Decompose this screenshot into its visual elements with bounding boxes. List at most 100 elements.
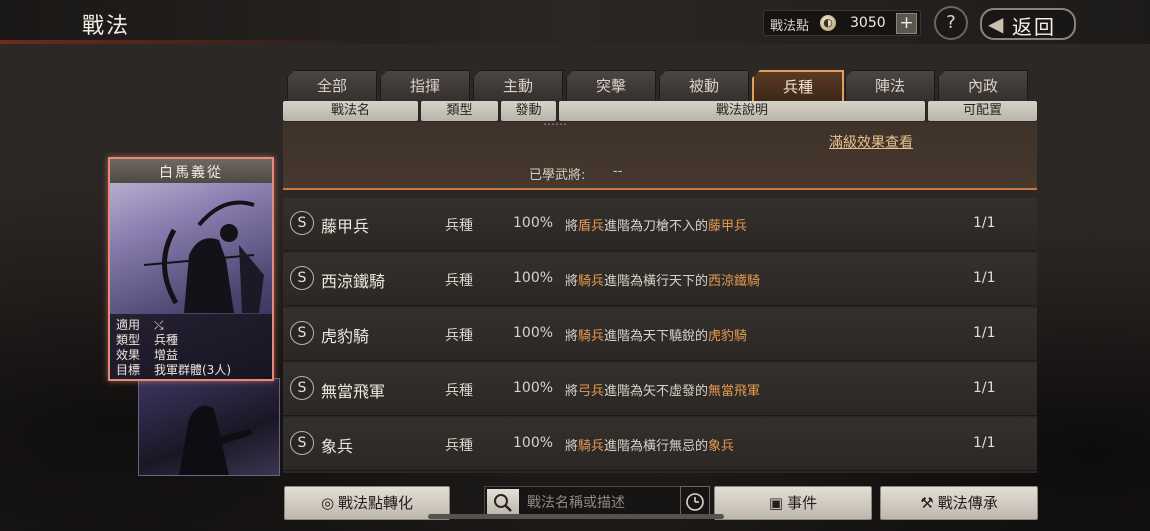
card-info-target: 目標 我軍群體(3人) — [116, 361, 231, 378]
grade-badge: S — [290, 211, 314, 235]
desc-text: 進階為橫行無忌的 — [604, 439, 709, 454]
back-button-label: 返回 — [1012, 15, 1056, 39]
skill-name: 西涼鐵騎 — [321, 272, 386, 291]
top-bar-accent — [0, 40, 380, 44]
grade-badge: S — [290, 431, 314, 455]
learned-generals-value: -- — [613, 164, 623, 179]
event-icon: ▣ — [768, 494, 784, 512]
desc-highlight: 無當飛軍 — [708, 384, 761, 399]
skill-name: 象兵 — [321, 437, 354, 456]
inherit-skill-button[interactable]: ⚒ 戰法傳承 — [880, 486, 1038, 520]
desc-text: 將 — [565, 384, 579, 399]
skill-point-coin-icon: ◐ — [820, 15, 836, 31]
tab-troop-type[interactable]: 兵種 — [752, 70, 844, 104]
column-header-name[interactable]: 戰法名 — [283, 101, 418, 121]
skill-type: 兵種 — [445, 328, 473, 344]
skill-type: 兵種 — [445, 383, 473, 399]
desc-highlight: 藤甲兵 — [708, 219, 748, 234]
skill-description: 將弓兵進階為矢不虛發的無當飛軍 — [565, 380, 760, 399]
desc-highlight: 騎兵 — [578, 439, 605, 454]
add-points-button[interactable]: + — [896, 13, 917, 34]
back-arrow-icon: ◀ — [988, 12, 1004, 36]
hammer-icon: ⚒ — [920, 494, 934, 512]
desc-highlight: 騎兵 — [578, 274, 605, 289]
tab-internal-affairs[interactable]: 內政 — [938, 70, 1028, 101]
tab-formation[interactable]: 陣法 — [845, 70, 935, 101]
desc-highlight: 西涼鐵騎 — [708, 274, 761, 289]
grade-badge: S — [290, 266, 314, 290]
tab-passive[interactable]: 被動 — [659, 70, 749, 101]
skill-config: 1/1 — [973, 270, 996, 286]
skill-description: 將騎兵進階為天下驍銳的虎豹騎 — [565, 325, 747, 344]
skill-description: 將盾兵進階為刀槍不入的藤甲兵 — [565, 215, 747, 234]
skill-config: 1/1 — [973, 435, 996, 451]
card-back-art — [179, 405, 254, 475]
table-row[interactable]: S 西涼鐵騎 兵種 100% 將騎兵進階為橫行天下的西涼鐵騎 1/1 — [283, 253, 1037, 306]
full-effect-link[interactable]: 滿級效果查看 — [829, 132, 913, 152]
desc-text: 將 — [565, 329, 579, 344]
desc-text: 將 — [565, 439, 579, 454]
scroll-indicator[interactable] — [428, 514, 724, 519]
clock-icon — [686, 493, 704, 511]
clipped-description-text: ‥‥‥ — [543, 114, 568, 128]
skill-points-label: 戰法點 — [770, 19, 810, 34]
desc-highlight: 虎豹騎 — [708, 329, 748, 344]
info-value: 兵種 — [154, 333, 179, 347]
card-title-bar: 白馬義從 — [110, 159, 272, 183]
card-info-panel: 適用 ⤯ 類型 兵種 效果 增益 目標 我軍群體(3人) — [110, 314, 272, 379]
column-header-type[interactable]: 類型 — [421, 101, 498, 121]
grade-badge: S — [290, 376, 314, 400]
search-input[interactable] — [525, 491, 679, 515]
skill-description: 將騎兵進階為橫行天下的西涼鐵騎 — [565, 270, 760, 289]
desc-text: 進階為刀槍不入的 — [604, 219, 709, 234]
info-label: 目標 — [116, 363, 141, 377]
event-button[interactable]: ▣ 事件 — [714, 486, 872, 520]
skill-config: 1/1 — [973, 215, 996, 231]
back-button[interactable]: ◀ 返回 — [980, 8, 1076, 40]
skill-name: 虎豹騎 — [321, 327, 370, 346]
table-row[interactable]: S 虎豹騎 兵種 100% 將騎兵進階為天下驍銳的虎豹騎 1/1 — [283, 308, 1037, 361]
skill-rate: 100% — [513, 380, 554, 396]
search-icon — [494, 494, 512, 512]
column-header-description[interactable]: 戰法說明 — [559, 101, 925, 121]
skill-rate: 100% — [513, 270, 554, 286]
selected-skill-card[interactable]: 白馬義從 適用 ⤯ 類型 兵種 效果 增益 目標 我軍群體(3人) — [108, 157, 274, 381]
search-button[interactable] — [487, 489, 519, 515]
convert-points-button[interactable]: ◎ 戰法點轉化 — [284, 486, 450, 520]
skill-rate: 100% — [513, 325, 554, 341]
tab-command[interactable]: 指揮 — [380, 70, 470, 101]
skill-name: 無當飛軍 — [321, 382, 386, 401]
table-row[interactable]: S 無當飛軍 兵種 100% 將弓兵進階為矢不虛發的無當飛軍 1/1 — [283, 363, 1037, 416]
help-button[interactable]: ? — [934, 6, 968, 40]
skill-type: 兵種 — [445, 273, 473, 289]
desc-highlight: 盾兵 — [578, 219, 605, 234]
skill-config: 1/1 — [973, 325, 996, 341]
tab-assault[interactable]: 突擊 — [566, 70, 656, 101]
skill-type: 兵種 — [445, 218, 473, 234]
skill-rate: 100% — [513, 215, 554, 231]
grade-badge: S — [290, 321, 314, 345]
tab-all[interactable]: 全部 — [287, 70, 377, 101]
skill-detail-panel: ‥‥‥ 滿級效果查看 已學武將: -- — [283, 114, 1037, 190]
archer-illustration — [143, 200, 264, 313]
desc-text: 進階為天下驍銳的 — [604, 329, 709, 344]
event-label: 事件 — [787, 494, 818, 512]
desc-highlight: 象兵 — [708, 439, 735, 454]
desc-text: 進階為橫行天下的 — [604, 274, 709, 289]
table-row[interactable]: S 象兵 兵種 100% 將騎兵進階為橫行無忌的象兵 1/1 — [283, 418, 1037, 471]
learned-generals-label: 已學武將: — [529, 168, 586, 183]
card-back-decoration — [138, 378, 280, 476]
info-value: 增益 — [154, 348, 179, 362]
skill-config: 1/1 — [973, 380, 996, 396]
skill-name: 藤甲兵 — [321, 217, 370, 236]
desc-text: 將 — [565, 219, 579, 234]
skill-points-display: 戰法點 ◐ 3050 + — [763, 10, 921, 36]
coin-icon: ◎ — [320, 494, 335, 512]
crossed-bow-icon: ⤯ — [154, 318, 164, 332]
card-title: 白馬義從 — [159, 165, 223, 181]
skill-points-value: 3050 — [850, 15, 886, 31]
tab-active[interactable]: 主動 — [473, 70, 563, 101]
table-row[interactable]: S 藤甲兵 兵種 100% 將盾兵進階為刀槍不入的藤甲兵 1/1 — [283, 198, 1037, 251]
column-header-configurable[interactable]: 可配置 — [928, 101, 1037, 121]
skill-type: 兵種 — [445, 438, 473, 454]
